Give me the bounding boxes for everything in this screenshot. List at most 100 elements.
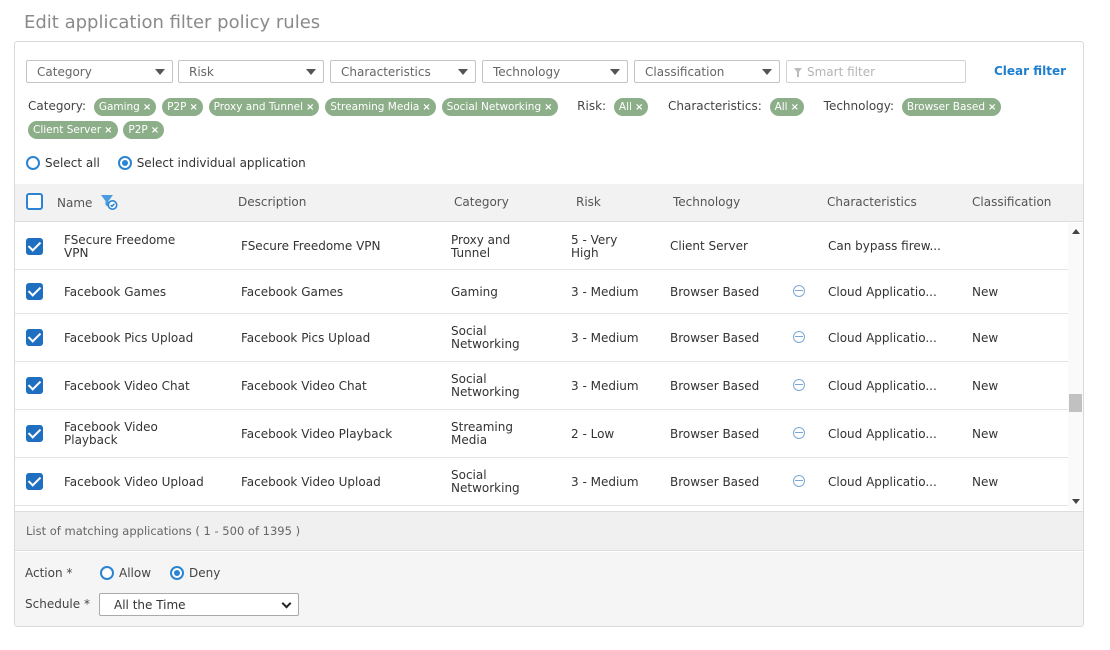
scroll-thumb[interactable]: [1069, 394, 1082, 412]
radio-select-individual[interactable]: [117, 156, 132, 170]
table-row[interactable]: Facebook Video Playback Facebook Video Pla…: [15, 410, 1068, 458]
remove-chip-icon[interactable]: ×: [635, 102, 643, 113]
app-classification: New: [972, 427, 999, 441]
characteristics-dropdown[interactable]: Characteristics: [330, 60, 476, 83]
remove-chip-icon[interactable]: ×: [306, 102, 314, 113]
column-header-name[interactable]: Name: [57, 196, 92, 210]
table-row[interactable]: FSecure Freedome VPN FSecure Freedome VPN P…: [15, 223, 1068, 270]
app-category: Streaming Media: [451, 420, 513, 447]
column-filter-icon[interactable]: [100, 194, 118, 210]
chip-category-gaming[interactable]: Gaming ×: [93, 97, 157, 116]
column-header-category[interactable]: Category: [454, 195, 509, 209]
chevron-down-icon: [610, 69, 620, 75]
table-row[interactable]: Facebook Games Facebook Games Gaming 3 - Me…: [15, 270, 1068, 314]
chevron-down-icon: [155, 69, 165, 75]
remove-chip-icon[interactable]: ×: [104, 125, 112, 136]
schedule-select[interactable]: All the Time: [99, 593, 299, 616]
remove-chip-icon[interactable]: ×: [988, 102, 996, 113]
remove-chip-icon[interactable]: ×: [189, 102, 197, 113]
app-risk: 2 - Low: [571, 427, 615, 441]
table-row[interactable]: Facebook Pics Upload Facebook Pics Upload…: [15, 314, 1068, 362]
app-description: Facebook Video Playback: [241, 427, 393, 441]
cloud-globe-icon: [793, 379, 805, 391]
chip-category-p2p-2[interactable]: P2P ×: [123, 120, 165, 139]
app-description: Facebook Games: [241, 285, 344, 299]
remove-chip-icon[interactable]: ×: [422, 102, 430, 113]
action-deny-option[interactable]: Deny: [170, 566, 220, 580]
remove-chip-icon[interactable]: ×: [544, 102, 552, 113]
app-name: Facebook Video Playback: [64, 420, 158, 447]
app-characteristics: Cloud Applicatio...: [828, 285, 937, 299]
app-technology: Browser Based: [670, 427, 760, 441]
app-name: Facebook Games: [64, 285, 167, 299]
select-individual-option[interactable]: Select individual application: [117, 156, 306, 170]
remove-chip-icon[interactable]: ×: [143, 102, 151, 113]
app-characteristics: Can bypass firew...: [828, 239, 941, 253]
table-header: Name Description Category Risk Technolog…: [15, 184, 1083, 222]
row-checkbox[interactable]: [26, 283, 43, 300]
active-filter-chips: Category: Gaming × P2P × Proxy and Tunnel ×…: [28, 95, 1078, 141]
app-description: Facebook Pics Upload: [241, 331, 371, 345]
app-technology: Browser Based: [670, 331, 760, 345]
chip-category-streaming-media[interactable]: Streaming Media ×: [325, 97, 436, 116]
risk-dropdown[interactable]: Risk: [178, 60, 324, 83]
column-header-risk[interactable]: Risk: [576, 195, 601, 209]
row-checkbox[interactable]: [26, 329, 43, 346]
app-risk: 3 - Medium: [571, 331, 639, 345]
app-classification: New: [972, 285, 999, 299]
app-characteristics: Cloud Applicatio...: [828, 475, 937, 489]
scroll-down-icon[interactable]: [1072, 499, 1080, 504]
chip-technology-client-server[interactable]: Client Server ×: [28, 120, 118, 139]
remove-chip-icon[interactable]: ×: [151, 125, 159, 136]
row-checkbox[interactable]: [26, 425, 43, 442]
action-allow-option[interactable]: Allow: [100, 566, 151, 580]
app-technology: Browser Based: [670, 285, 760, 299]
app-description: FSecure Freedome VPN: [241, 239, 381, 253]
radio-deny[interactable]: [170, 566, 184, 580]
chip-risk-all[interactable]: All ×: [613, 97, 649, 116]
filter-bar: Category Risk Characteristics Technology…: [26, 60, 1076, 83]
app-name: Facebook Video Chat: [64, 379, 190, 393]
scroll-up-icon[interactable]: [1072, 229, 1080, 234]
matching-applications-summary: List of matching applications ( 1 - 500 …: [15, 511, 1083, 551]
column-header-description[interactable]: Description: [238, 195, 306, 209]
clear-filter-link[interactable]: Clear filter: [994, 64, 1066, 78]
row-checkbox[interactable]: [26, 377, 43, 394]
radio-select-all[interactable]: [26, 156, 40, 170]
chip-category-proxy-tunnel[interactable]: Proxy and Tunnel ×: [208, 97, 320, 116]
app-technology: Browser Based: [670, 379, 760, 393]
cloud-globe-icon: [793, 331, 805, 343]
classification-dropdown[interactable]: Classification: [634, 60, 780, 83]
page-title: Edit application filter policy rules: [24, 12, 321, 33]
select-all-option[interactable]: Select all: [26, 156, 100, 170]
app-description: Facebook Video Upload: [241, 475, 381, 489]
cloud-globe-icon: [793, 285, 805, 297]
table-row[interactable]: Facebook Video Chat Facebook Video Chat So…: [15, 362, 1068, 410]
technology-dropdown[interactable]: Technology: [482, 60, 628, 83]
row-checkbox[interactable]: [26, 473, 43, 490]
row-checkbox[interactable]: [26, 238, 43, 255]
app-characteristics: Cloud Applicatio...: [828, 331, 937, 345]
chip-category-social-networking[interactable]: Social Networking ×: [441, 97, 558, 116]
table-scrollbar[interactable]: [1068, 223, 1083, 510]
table-row[interactable]: Facebook Video Upload Facebook Video Uplo…: [15, 458, 1068, 506]
radio-allow[interactable]: [100, 566, 114, 580]
remove-chip-icon[interactable]: ×: [791, 102, 799, 113]
action-section: Action * Allow Deny Schedule * All the T…: [15, 552, 1083, 626]
chevron-down-icon: [458, 69, 468, 75]
chip-characteristics-all[interactable]: All ×: [769, 97, 804, 116]
applications-table-body: FSecure Freedome VPN FSecure Freedome VPN P…: [15, 223, 1068, 510]
filter-icon: [794, 68, 802, 77]
filter-panel: Category Risk Characteristics Technology…: [14, 41, 1084, 627]
selection-mode: Select all Select individual application: [26, 156, 320, 170]
chip-category-p2p[interactable]: P2P ×: [162, 97, 203, 116]
select-all-checkbox[interactable]: [26, 193, 43, 210]
category-dropdown[interactable]: Category: [26, 60, 173, 83]
app-category: Proxy and Tunnel: [451, 233, 511, 260]
chip-technology-browser-based[interactable]: Browser Based ×: [901, 97, 1002, 116]
smart-filter-input[interactable]: Smart filter: [786, 60, 966, 83]
column-header-characteristics[interactable]: Characteristics: [827, 195, 917, 209]
app-technology: Browser Based: [670, 475, 760, 489]
column-header-technology[interactable]: Technology: [673, 195, 740, 209]
column-header-classification[interactable]: Classification: [972, 195, 1051, 209]
